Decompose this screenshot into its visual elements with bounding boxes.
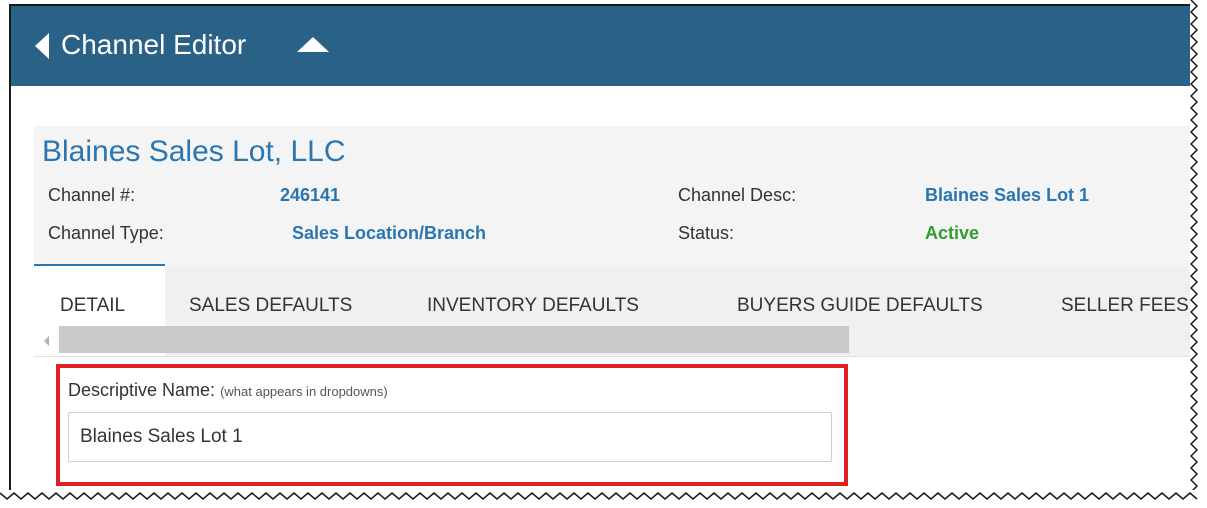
tab-buyers-guide-defaults[interactable]: BUYERS GUIDE DEFAULTS bbox=[737, 294, 983, 318]
back-arrow-icon[interactable] bbox=[35, 33, 49, 59]
channel-desc-label: Channel Desc: bbox=[678, 185, 797, 205]
tab-scrollbar-thumb[interactable] bbox=[59, 326, 849, 353]
descriptive-name-label-text: Descriptive Name: bbox=[68, 380, 216, 400]
tab-sales-defaults[interactable]: SALES DEFAULTS bbox=[189, 294, 352, 318]
channel-number-label: Channel #: bbox=[48, 185, 136, 205]
status-label: Status: bbox=[678, 223, 735, 243]
tab-inventory-defaults[interactable]: INVENTORY DEFAULTS bbox=[427, 294, 639, 318]
header-bar: Channel Editor bbox=[11, 6, 1201, 86]
tab-detail[interactable]: DETAIL bbox=[60, 294, 125, 318]
channel-type-label: Channel Type: bbox=[48, 223, 164, 243]
torn-edge-right bbox=[1190, 0, 1207, 508]
status-value: Active bbox=[925, 223, 980, 243]
channel-name-heading: Blaines Sales Lot, LLC bbox=[42, 135, 346, 168]
torn-edge-bottom bbox=[0, 490, 1207, 508]
page-title: Channel Editor bbox=[61, 29, 247, 60]
scroll-left-arrow-icon[interactable] bbox=[44, 336, 49, 346]
channel-desc-value[interactable]: Blaines Sales Lot 1 bbox=[925, 184, 1089, 206]
tab-seller-fees[interactable]: SELLER FEES bbox=[1061, 294, 1189, 318]
collapse-toggle-icon[interactable] bbox=[297, 37, 329, 52]
channel-type-value[interactable]: Sales Location/Branch bbox=[292, 222, 486, 244]
descriptive-name-input[interactable] bbox=[68, 412, 832, 462]
descriptive-name-hint: (what appears in dropdowns) bbox=[220, 384, 388, 399]
descriptive-name-label: Descriptive Name: (what appears in dropd… bbox=[68, 379, 388, 403]
screenshot-frame: Channel Editor Blaines Sales Lot, LLC Ch… bbox=[9, 4, 1201, 498]
channel-number-value[interactable]: 246141 bbox=[280, 184, 340, 206]
